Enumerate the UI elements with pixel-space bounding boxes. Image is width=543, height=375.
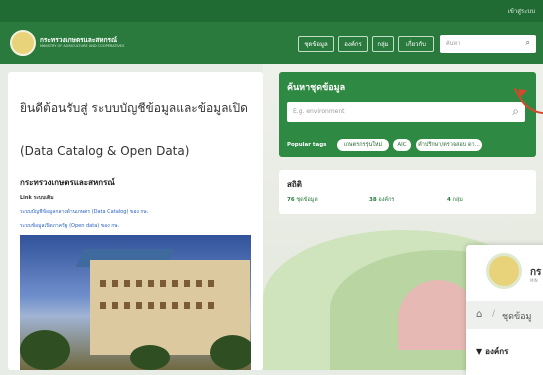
- overlay-page-preview: กร MIN ⌂ / ชุดข้อมู ▼ องค์กร: [466, 245, 543, 375]
- organization-filter-label: องค์กร: [485, 347, 509, 356]
- breadcrumb-separator: /: [492, 309, 496, 319]
- breadcrumb-datasets[interactable]: ชุดข้อมู: [502, 309, 531, 323]
- ministry-heading: กระทรวงเกษตรและสหกรณ์: [20, 178, 115, 187]
- nav-organizations[interactable]: องค์กร: [338, 36, 368, 52]
- nav-about[interactable]: เกี่ยวกับ: [398, 36, 434, 52]
- header-search-input[interactable]: ค้นหา ⌕: [440, 35, 536, 53]
- welcome-heading: ยินดีต้อนรับสู่ ระบบบัญชีข้อมูลและข้อมูล…: [20, 101, 248, 115]
- tag-aic[interactable]: AIC: [393, 139, 411, 151]
- site-subtitle: MINISTRY OF AGRICULTURE AND COOPERATIVES: [40, 44, 125, 48]
- open-data-link[interactable]: ระบบข้อมูลเปิดภาครัฐ (Open data) ของ กษ.: [20, 222, 119, 230]
- tree: [210, 335, 251, 370]
- stat-groups-label: กลุ่ม: [452, 197, 463, 203]
- stat-datasets-count: 76: [287, 197, 295, 203]
- tree: [20, 330, 70, 370]
- search-panel-title: ค้นหาชุดข้อมูล: [287, 83, 346, 93]
- site-header: กระทรวงเกษตรและสหกรณ์ MINISTRY OF AGRICU…: [0, 22, 543, 64]
- statistics-card: สถิติ 76 ชุดข้อมูล 38 องค์กร 4 กลุ่ม: [279, 170, 536, 214]
- tree: [130, 345, 170, 370]
- search-icon[interactable]: ⌕: [526, 38, 530, 48]
- data-catalog-link[interactable]: ระบบบัญชีข้อมูลกลางด้านเกษตร (Data Catal…: [20, 208, 148, 216]
- ministry-logo: [486, 253, 522, 289]
- preview-subtitle: MIN: [530, 278, 538, 283]
- tag-new-farmers[interactable]: เกษตรกรรุ่นใหม่: [337, 139, 389, 151]
- catalog-subheading: (Data Catalog & Open Data): [20, 144, 190, 158]
- header-search-placeholder: ค้นหา: [446, 41, 461, 47]
- dataset-search-input[interactable]: E.g. environment ⌕: [287, 102, 525, 122]
- login-link[interactable]: เข้าสู่ระบบ: [508, 6, 535, 16]
- tag-consult[interactable]: คำปรึกษา/ตรวจสอบ ดา...: [416, 139, 482, 151]
- stat-orgs-label: องค์กร: [378, 197, 395, 203]
- dataset-search-placeholder: E.g. environment: [293, 108, 345, 115]
- nav-datasets[interactable]: ชุดข้อมูล: [298, 36, 334, 52]
- filter-icon: ▼: [476, 347, 483, 356]
- stat-orgs-count: 38: [369, 197, 377, 203]
- stat-groups-count: 4: [447, 197, 451, 203]
- search-icon[interactable]: ⌕: [512, 104, 519, 119]
- ministry-logo[interactable]: [10, 30, 36, 56]
- stat-groups[interactable]: 4 กลุ่ม: [447, 196, 463, 204]
- top-strip: เข้าสู่ระบบ: [0, 0, 543, 22]
- stat-datasets-label: ชุดข้อมูล: [296, 197, 318, 203]
- legacy-link-label: Link ระบบเดิม: [20, 195, 54, 201]
- dataset-search-panel: ค้นหาชุดข้อมูล E.g. environment ⌕ Popula…: [279, 72, 536, 157]
- popular-tags-label: Popular tags: [287, 142, 327, 148]
- nav-groups[interactable]: กลุ่ม: [372, 36, 394, 52]
- stat-datasets[interactable]: 76 ชุดข้อมูล: [287, 196, 318, 204]
- statistics-title: สถิติ: [287, 180, 302, 189]
- ministry-building-photo: [20, 235, 251, 370]
- intro-card: ยินดีต้อนรับสู่ ระบบบัญชีข้อมูลและข้อมูล…: [8, 72, 263, 370]
- breadcrumb: ⌂ / ชุดข้อมู: [466, 301, 543, 329]
- home-icon[interactable]: ⌂: [476, 309, 482, 320]
- organization-filter[interactable]: ▼ องค์กร: [476, 345, 508, 358]
- stat-organizations[interactable]: 38 องค์กร: [369, 196, 394, 204]
